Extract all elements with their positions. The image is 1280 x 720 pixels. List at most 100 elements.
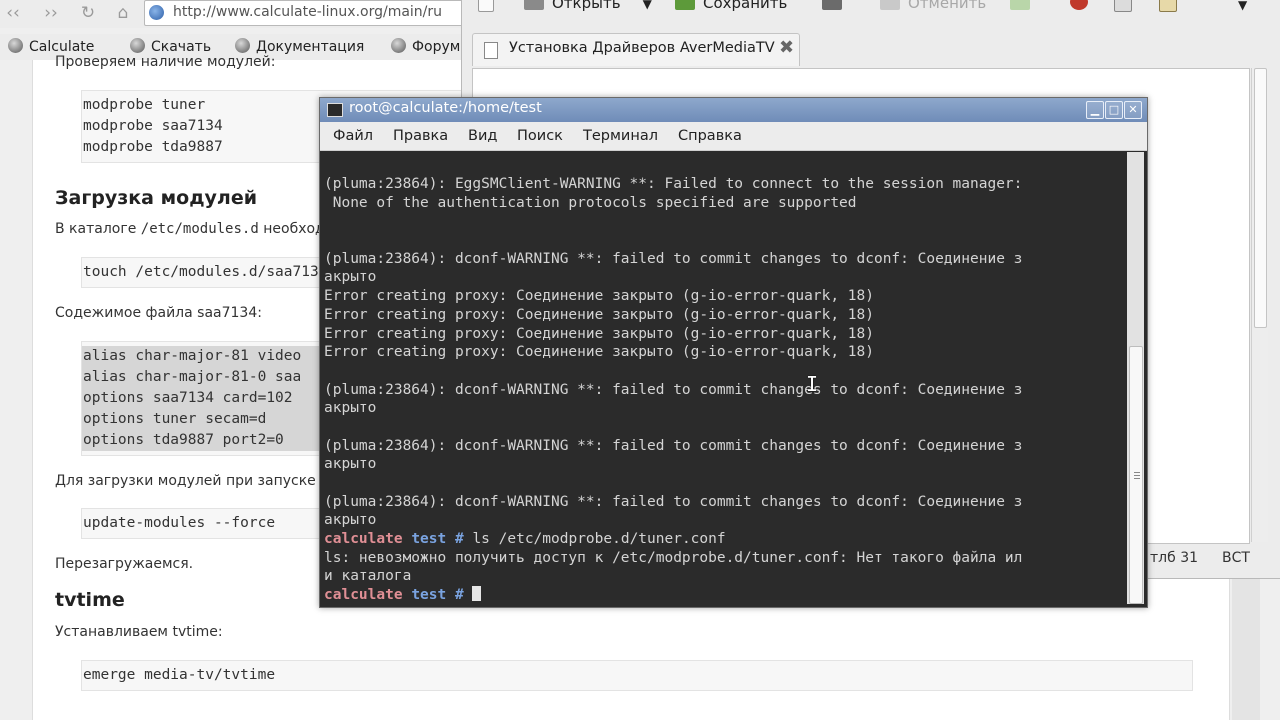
- prompt-dir: test: [411, 531, 447, 548]
- close-icon[interactable]: ✖: [779, 37, 794, 58]
- code-line: emerge media-tv/tvtime: [83, 667, 276, 683]
- terminal-icon: [327, 103, 343, 117]
- prompt-symbol: #: [454, 587, 464, 604]
- page-text-install: Устанавливаем tvtime:: [55, 624, 223, 640]
- save-icon: [675, 0, 695, 10]
- terminal-window: root@calculate:/home/test ▁ □ ✕ Файл Пра…: [319, 97, 1148, 608]
- terminal-line: (pluma:23864): dconf-WARNING **: failed …: [324, 493, 1023, 510]
- undo-icon: [880, 0, 900, 10]
- prompt-dir: test: [411, 587, 447, 604]
- terminal-menubar: Файл Правка Вид Поиск Терминал Справка: [320, 122, 1147, 151]
- terminal-line: (pluma:23864): dconf-WARNING **: failed …: [324, 250, 1023, 267]
- text-cursor: [472, 586, 482, 602]
- command-text: ls /etc/modprobe.d/tuner.conf: [472, 531, 726, 548]
- cut-button[interactable]: [1070, 0, 1096, 12]
- scrollbar-thumb[interactable]: [1254, 68, 1267, 328]
- open-button[interactable]: Открыть ▼: [524, 0, 652, 12]
- close-icon[interactable]: ✕: [1124, 101, 1142, 119]
- paste-button[interactable]: [1159, 0, 1185, 14]
- globe-icon: [8, 38, 23, 53]
- home-icon[interactable]: ⌂: [110, 2, 136, 24]
- new-document-icon: [478, 0, 494, 12]
- redo-button[interactable]: [1010, 0, 1038, 12]
- tab-document[interactable]: Установка Драйверов AverMediaTV ✖: [472, 33, 800, 66]
- forward-icon[interactable]: ››: [36, 2, 66, 24]
- terminal-line: Error creating proxy: Соединение закрыто…: [324, 306, 874, 323]
- menu-search[interactable]: Поиск: [517, 128, 563, 144]
- chevron-down-icon[interactable]: ▼: [1238, 0, 1247, 12]
- terminal-scrollbar[interactable]: [1127, 152, 1144, 604]
- url-bar[interactable]: http://www.calculate-linux.org/main/ru: [144, 0, 476, 26]
- terminal-prompt-line[interactable]: calculate test #: [324, 586, 1124, 605]
- editor-scrollbar[interactable]: [1251, 68, 1268, 542]
- prompt-user: calculate: [324, 531, 403, 548]
- terminal-line: Error creating proxy: Соединение закрыто…: [324, 325, 874, 342]
- heading-load-modules: Загрузка модулей: [55, 187, 258, 209]
- chevron-down-icon[interactable]: ▼: [643, 0, 652, 11]
- path-text: /etc/modules.d: [140, 221, 259, 237]
- text-cursor-icon: I: [806, 372, 819, 396]
- terminal-line: None of the authentication protocols spe…: [324, 194, 857, 211]
- document-icon: [484, 42, 498, 59]
- terminal-output[interactable]: (pluma:23864): EggSMClient-WARNING **: F…: [324, 175, 1124, 605]
- heading-tvtime: tvtime: [55, 589, 125, 611]
- menu-help[interactable]: Справка: [678, 128, 742, 144]
- code-block-emerge: emerge media-tv/tvtime: [81, 660, 1193, 691]
- scrollbar-thumb[interactable]: [1129, 346, 1143, 604]
- page-text-catalog: В каталоге /etc/modules.d необходимо: [55, 221, 353, 237]
- prompt-symbol: #: [454, 531, 464, 548]
- terminal-line: акрыто: [324, 400, 377, 417]
- status-column: тлб 31: [1150, 550, 1199, 566]
- terminal-line: Error creating proxy: Соединение закрыто…: [324, 288, 874, 305]
- browser-toolbar: ‹‹ ›› ↻ ⌂ http://www.calculate-linux.org…: [0, 0, 476, 28]
- print-button[interactable]: [822, 0, 850, 12]
- editor-toolbar: Открыть ▼ Сохранить Отменить ▼: [462, 0, 1280, 24]
- page-text: Проверяем наличие модулей:: [55, 54, 276, 70]
- window-title: root@calculate:/home/test: [349, 100, 542, 116]
- save-label: Сохранить: [703, 0, 788, 12]
- page-text-content: Содежимое файла saa7134:: [55, 305, 262, 321]
- bookmark-label: Скачать: [151, 39, 212, 55]
- terminal-titlebar[interactable]: root@calculate:/home/test ▁ □ ✕: [320, 98, 1147, 122]
- menu-terminal[interactable]: Терминал: [583, 128, 658, 144]
- redo-icon: [1010, 0, 1030, 10]
- bookmark-forum[interactable]: Форум: [391, 37, 460, 57]
- terminal-line: акрыто: [324, 512, 377, 529]
- globe-icon: [149, 5, 164, 20]
- menu-file[interactable]: Файл: [333, 128, 373, 144]
- save-button[interactable]: Сохранить: [675, 0, 787, 12]
- status-insert-mode[interactable]: ВСТ: [1222, 550, 1250, 566]
- open-label: Открыть: [552, 0, 621, 12]
- terminal-line: и каталога: [324, 568, 412, 585]
- globe-icon: [235, 38, 250, 53]
- text: В каталоге: [55, 221, 141, 237]
- terminal-line: (pluma:23864): dconf-WARNING **: failed …: [324, 437, 1023, 454]
- copy-button[interactable]: [1114, 0, 1140, 14]
- globe-icon: [130, 38, 145, 53]
- reload-icon[interactable]: ↻: [76, 2, 100, 24]
- minimize-icon[interactable]: ▁: [1086, 101, 1104, 119]
- bookmark-label: Документация: [256, 39, 365, 55]
- open-icon: [524, 0, 544, 10]
- menu-view[interactable]: Вид: [468, 128, 497, 144]
- terminal-line: (pluma:23864): EggSMClient-WARNING **: F…: [324, 176, 1023, 192]
- page-text-boot: Для загрузки модулей при запуске: [55, 473, 316, 489]
- copy-icon: [1114, 0, 1132, 12]
- grip-icon: [1134, 472, 1140, 473]
- back-icon[interactable]: ‹‹: [2, 2, 24, 24]
- paste-icon: [1159, 0, 1177, 12]
- terminal-line: (pluma:23864): dconf-WARNING **: failed …: [324, 381, 1023, 398]
- undo-button[interactable]: Отменить: [880, 0, 986, 12]
- globe-icon: [391, 38, 406, 53]
- url-text: http://www.calculate-linux.org/main/ru: [173, 4, 443, 20]
- menu-edit[interactable]: Правка: [393, 128, 448, 144]
- bookmark-label: Форум: [412, 39, 461, 55]
- terminal-line: ls: невозможно получить доступ к /etc/mo…: [324, 549, 1023, 566]
- maximize-icon[interactable]: □: [1105, 101, 1123, 119]
- prompt-user: calculate: [324, 587, 403, 604]
- new-document-button[interactable]: [478, 0, 502, 14]
